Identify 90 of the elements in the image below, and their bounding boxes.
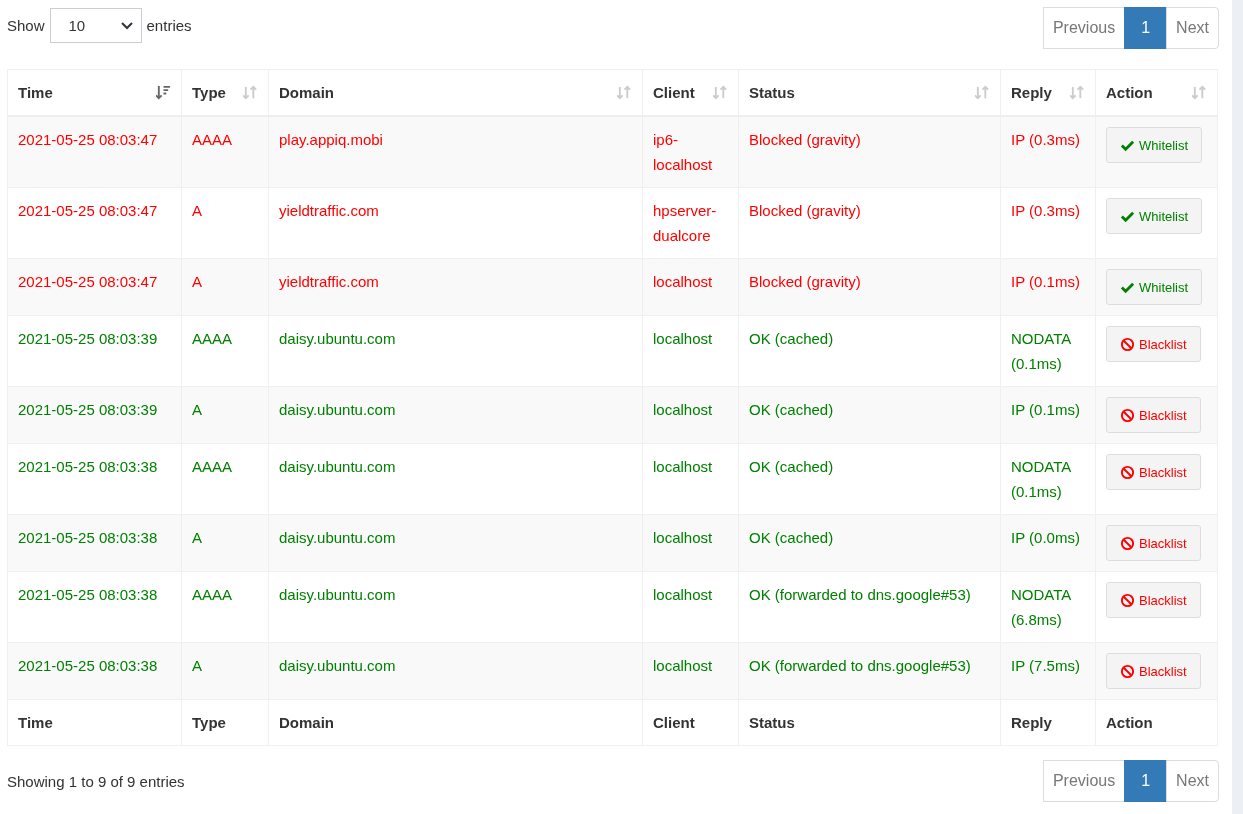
table-cell: Blocked (gravity) [738,116,1001,188]
blacklist-button[interactable]: Blacklist [1106,525,1201,561]
whitelist-button[interactable]: Whitelist [1106,127,1203,163]
table-cell: daisy.ubuntu.com [268,514,643,572]
table-cell: NODATA (6.8ms) [1000,571,1096,643]
table-cell: Blocked (gravity) [738,187,1001,259]
table-cell: 2021-05-25 08:03:47 [7,258,182,316]
table-cell: 2021-05-25 08:03:38 [7,571,182,643]
table-cell: OK (cached) [738,443,1001,515]
entries-select[interactable]: 10 [49,8,142,43]
table-cell: OK (cached) [738,315,1001,387]
table-cell: NODATA (0.1ms) [1000,315,1096,387]
column-footer: Domain [268,699,643,746]
column-footer: Reply [1000,699,1096,746]
prohibited-icon [1120,592,1135,608]
page-number-link[interactable]: 1 [1124,7,1168,49]
table-cell: yieldtraffic.com [268,258,643,316]
table-cell: OK (cached) [738,386,1001,444]
table-cell: play.appiq.mobi [268,116,643,188]
table-cell: 2021-05-25 08:03:39 [7,315,182,387]
sort-icon [243,85,258,100]
blacklist-button[interactable]: Blacklist [1106,653,1201,689]
table-cell: IP (7.5ms) [1000,642,1096,700]
sort-icon [713,85,728,100]
table-cell: localhost [642,571,739,643]
column-footer: Status [738,699,1001,746]
table-cell: AAAA [181,571,269,643]
table-cell: OK (cached) [738,514,1001,572]
sort-icon [1070,85,1085,100]
table-cell: A [181,386,269,444]
entries-label: entries [146,17,192,34]
table-cell: localhost [642,315,739,387]
column-footer: Action [1095,699,1218,746]
table-cell: 2021-05-25 08:03:39 [7,386,182,444]
column-footer: Time [7,699,182,746]
table-cell: daisy.ubuntu.com [268,386,643,444]
table-cell: AAAA [181,443,269,515]
table-cell: NODATA (0.1ms) [1000,443,1096,515]
table-cell: 2021-05-25 08:03:47 [7,187,182,259]
sort-icon [617,85,632,100]
whitelist-button[interactable]: Whitelist [1106,198,1203,234]
entries-info: Showing 1 to 9 of 9 entries [7,772,185,790]
table-cell: 2021-05-25 08:03:47 [7,116,182,188]
table-cell: daisy.ubuntu.com [268,642,643,700]
blacklist-button[interactable]: Blacklist [1106,582,1201,618]
table-cell: A [181,258,269,316]
table-cell: OK (forwarded to dns.google#53) [738,642,1001,700]
column-footer: Type [181,699,269,746]
table-cell: daisy.ubuntu.com [268,315,643,387]
sort-icon [975,85,990,100]
table-cell: IP (0.0ms) [1000,514,1096,572]
blacklist-button[interactable]: Blacklist [1106,454,1201,490]
table-cell: hpserver-dualcore [642,187,739,259]
table-cell: yieldtraffic.com [268,187,643,259]
table-cell: daisy.ubuntu.com [268,571,643,643]
table-cell: localhost [642,642,739,700]
table-cell: daisy.ubuntu.com [268,443,643,515]
table-cell: Blocked (gravity) [738,258,1001,316]
sort-icon [1192,85,1207,100]
table-cell: IP (0.1ms) [1000,258,1096,316]
table-cell: A [181,642,269,700]
show-label: Show [7,17,45,34]
table-cell: localhost [642,443,739,515]
table-cell: 2021-05-25 08:03:38 [7,514,182,572]
page-number-link[interactable]: 1 [1124,760,1168,802]
table-cell: AAAA [181,315,269,387]
prohibited-icon [1120,663,1135,679]
table-cell: localhost [642,386,739,444]
table-cell: AAAA [181,116,269,188]
table-cell: ip6-localhost [642,116,739,188]
table-cell: 2021-05-25 08:03:38 [7,642,182,700]
sort-descending-icon [156,85,171,100]
table-cell: A [181,514,269,572]
blacklist-button[interactable]: Blacklist [1106,326,1201,362]
prohibited-icon [1120,535,1135,551]
prohibited-icon [1120,407,1135,423]
table-cell: localhost [642,514,739,572]
table-cell: IP (0.3ms) [1000,116,1096,188]
blacklist-button[interactable]: Blacklist [1106,397,1201,433]
column-footer: Client [642,699,739,746]
whitelist-button[interactable]: Whitelist [1106,269,1203,305]
chevron-down-icon [120,21,133,30]
table-cell: OK (forwarded to dns.google#53) [738,571,1001,643]
table-cell: IP (0.1ms) [1000,386,1096,444]
table-cell: localhost [642,258,739,316]
table-cell: 2021-05-25 08:03:38 [7,443,182,515]
table-cell: A [181,187,269,259]
table-cell: IP (0.3ms) [1000,187,1096,259]
prohibited-icon [1120,464,1135,480]
prohibited-icon [1120,336,1135,352]
